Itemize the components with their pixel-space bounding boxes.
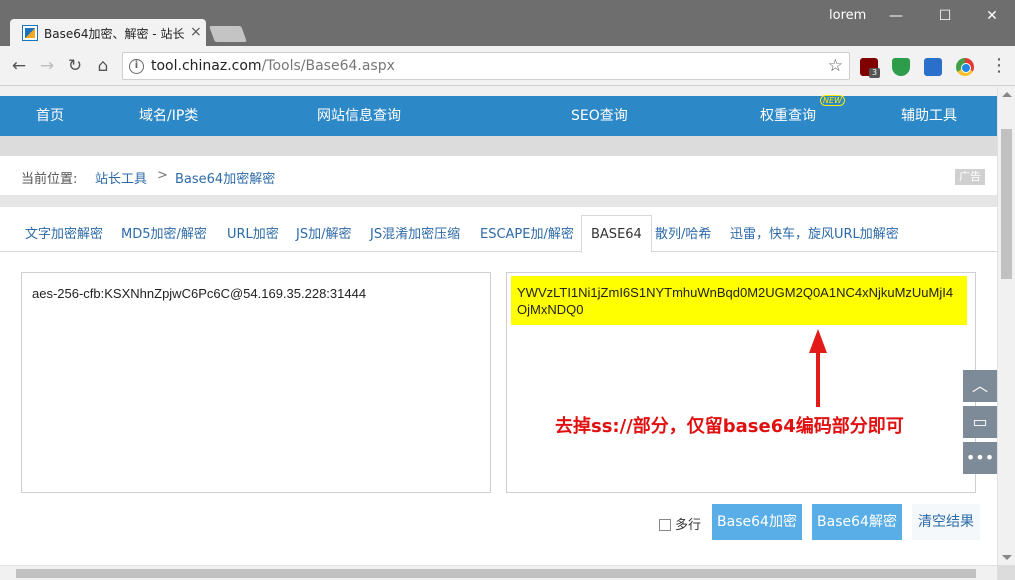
scrollbar-corner — [997, 565, 1015, 580]
nav-item-seo[interactable]: SEO查询 — [571, 96, 628, 136]
base64-decode-button[interactable]: Base64解密 — [812, 504, 902, 540]
nav-item-home[interactable]: 首页 — [36, 96, 64, 136]
input-textarea[interactable]: aes-256-cfb:KSXNhnZpjwC6Pc6C@54.169.35.2… — [21, 272, 491, 493]
input-value: aes-256-cfb:KSXNhnZpjwC6Pc6C@54.169.35.2… — [32, 286, 367, 301]
maximize-button[interactable]: ☐ — [930, 5, 960, 27]
tab-thunder-url[interactable]: 迅雷，快车，旋风URL加解密 — [730, 215, 899, 252]
tab-escape[interactable]: ESCAPE加/解密 — [480, 215, 574, 252]
browser-toolbar: ← → ↻ ⌂ i tool.chinaz.com/Tools/Base64.a… — [0, 46, 1015, 86]
clear-result-button[interactable]: 清空结果 — [912, 504, 980, 540]
minimize-button[interactable]: — — [881, 5, 911, 27]
nav-item-tools[interactable]: 辅助工具 — [901, 96, 957, 136]
nav-item-domain-ip[interactable]: 域名/IP类 — [139, 96, 198, 136]
home-icon[interactable]: ⌂ — [92, 55, 114, 77]
more-icon[interactable]: ••• — [963, 442, 997, 474]
bookmark-star-icon[interactable]: ☆ — [828, 56, 843, 76]
browser-title-bar: Base64加密、解密 - 站长 × lorem — ☐ ✕ — [0, 0, 1015, 46]
tab-close-icon[interactable]: × — [190, 23, 202, 41]
new-tab-button[interactable] — [209, 26, 247, 42]
tab-js-encrypt[interactable]: JS加/解密 — [296, 215, 351, 252]
save-icon[interactable] — [924, 58, 942, 76]
nav-item-site-info[interactable]: 网站信息查询 — [317, 96, 401, 136]
annotation-arrow-head — [809, 329, 827, 353]
close-window-button[interactable]: ✕ — [977, 5, 1007, 27]
profile-name[interactable]: lorem — [829, 8, 866, 23]
tool-panel: 文字加密解密 MD5加密/解密 URL加密 JS加/解密 JS混淆加密压缩 ES… — [0, 207, 997, 565]
scroll-up-icon[interactable] — [1002, 92, 1012, 97]
breadcrumb-separator: > — [157, 168, 168, 183]
shield-icon[interactable] — [892, 58, 910, 76]
browser-tab[interactable]: Base64加密、解密 - 站长 × — [10, 19, 206, 46]
tab-title: Base64加密、解密 - 站长 — [44, 27, 184, 41]
forward-icon[interactable]: → — [36, 55, 58, 77]
menu-icon[interactable]: ⋮ — [990, 56, 1008, 76]
breadcrumb-link-tools[interactable]: 站长工具 — [95, 168, 147, 187]
tab-text-encrypt[interactable]: 文字加密解密 — [25, 215, 103, 252]
annotation-arrow — [816, 351, 820, 407]
feedback-icon[interactable]: ▭ — [963, 406, 997, 438]
multiline-option[interactable]: 多行 — [659, 514, 701, 533]
url-path: /Tools/Base64.aspx — [261, 58, 395, 74]
tab-hash[interactable]: 散列/哈希 — [655, 215, 711, 252]
nav-item-weight[interactable]: 权重查询 NEW — [760, 95, 845, 136]
url-host: tool.chinaz.com — [151, 58, 262, 74]
vertical-scroll-thumb[interactable] — [1001, 129, 1012, 279]
breadcrumb: 当前位置: 站长工具 > Base64加密解密 广告 — [0, 156, 997, 195]
ublock-icon[interactable]: 3 — [860, 58, 880, 78]
address-bar[interactable]: i tool.chinaz.com/Tools/Base64.aspx ☆ — [122, 52, 850, 80]
tab-js-obfuscate[interactable]: JS混淆加密压缩 — [370, 215, 460, 252]
chrome-icon[interactable] — [956, 58, 974, 76]
tool-tabs: 文字加密解密 MD5加密/解密 URL加密 JS加/解密 JS混淆加密压缩 ES… — [0, 215, 997, 253]
tab-url-encode[interactable]: URL加密 — [227, 215, 279, 252]
tab-base64[interactable]: BASE64 — [581, 215, 652, 253]
ad-badge[interactable]: 广告 — [955, 169, 985, 185]
nav-item-weight-label: 权重查询 — [760, 108, 816, 124]
base64-encode-button[interactable]: Base64加密 — [712, 504, 802, 540]
site-favicon-icon — [22, 25, 38, 41]
vertical-scrollbar[interactable] — [997, 87, 1015, 565]
tab-md5[interactable]: MD5加密/解密 — [121, 215, 207, 252]
output-textarea[interactable]: YWVzLTI1Ni1jZmI6S1NYTmhuWnBqd0M2UGM2Q0A1… — [506, 272, 976, 493]
new-badge: NEW — [820, 95, 845, 106]
multiline-checkbox[interactable] — [659, 519, 671, 531]
spacer-band — [0, 136, 997, 156]
output-value: YWVzLTI1Ni1jZmI6S1NYTmhuWnBqd0M2UGM2Q0A1… — [511, 276, 967, 325]
back-icon[interactable]: ← — [8, 55, 30, 77]
spacer-band-2 — [0, 195, 997, 207]
back-to-top-icon[interactable]: ︿ — [963, 370, 997, 402]
breadcrumb-link-base64[interactable]: Base64加密解密 — [175, 168, 275, 187]
info-icon[interactable]: i — [129, 59, 144, 74]
reload-icon[interactable]: ↻ — [64, 55, 86, 77]
page-viewport: 首页 域名/IP类 网站信息查询 SEO查询 权重查询 NEW 辅助工具 当前位置… — [0, 87, 997, 565]
ublock-count-badge: 3 — [869, 68, 880, 78]
breadcrumb-label: 当前位置: — [21, 172, 78, 187]
multiline-label: 多行 — [675, 518, 702, 533]
annotation-text: 去掉ss://部分，仅留base64编码部分即可 — [555, 416, 904, 437]
horizontal-scroll-thumb[interactable] — [16, 569, 976, 578]
url-text[interactable]: tool.chinaz.com/Tools/Base64.aspx — [151, 58, 395, 74]
horizontal-scrollbar[interactable] — [0, 565, 997, 580]
main-nav: 首页 域名/IP类 网站信息查询 SEO查询 权重查询 NEW 辅助工具 — [0, 95, 997, 136]
scroll-down-icon[interactable] — [1002, 555, 1012, 560]
